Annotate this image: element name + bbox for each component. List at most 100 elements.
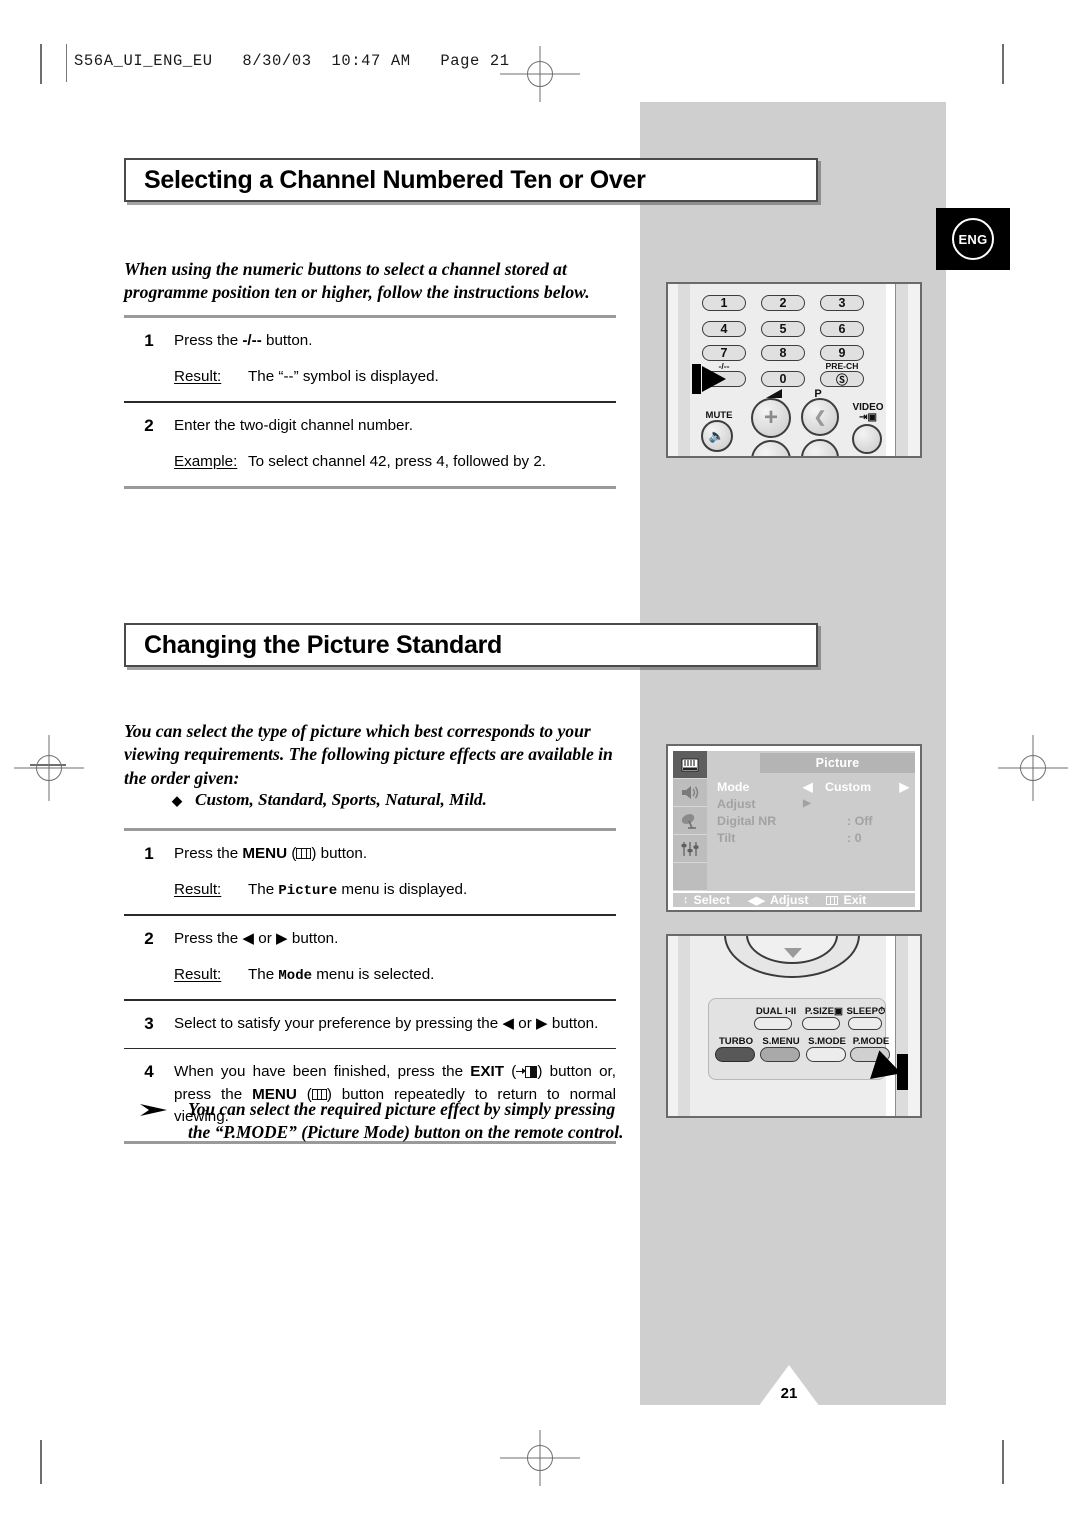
step-result: Result: The Mode menu is selected. — [174, 964, 616, 986]
remote-mute-button[interactable]: 🔈 — [701, 420, 733, 452]
steps-bottom-rule — [124, 485, 616, 489]
section-title-text: Selecting a Channel Numbered Ten or Over — [144, 165, 646, 194]
step-instruction: Press the -/-- button. — [174, 330, 616, 352]
remote-key-2[interactable]: 2 — [761, 295, 805, 311]
slug-divider — [66, 44, 67, 82]
remote-key-6[interactable]: 6 — [820, 321, 864, 337]
tip-note: You can select the required picture effe… — [140, 1098, 630, 1145]
osd-left-arrow-icon[interactable]: ◀ — [803, 779, 825, 794]
osd-row-label: Digital NR — [717, 813, 777, 828]
remote-key-7[interactable]: 7 — [702, 345, 746, 361]
remote-key-dual[interactable] — [754, 1017, 792, 1030]
osd-row-label: Mode — [717, 779, 750, 794]
remote-pre-ch-label: PRE-CH — [825, 361, 859, 371]
remote-key-1[interactable]: 1 — [702, 295, 746, 311]
example-label: Example: — [174, 452, 238, 470]
registration-mark-right — [998, 735, 1068, 801]
remote-key-pre-ch[interactable]: Ⓢ — [820, 371, 864, 387]
navigation-down-arrow-icon — [784, 948, 802, 958]
result-label: Result: — [174, 368, 222, 386]
step-result: Result: The “--” symbol is displayed. — [174, 366, 616, 388]
osd-row-value: ▶ — [803, 798, 811, 809]
osd-rail-blank — [673, 863, 707, 891]
osd-row-label: Adjust — [717, 796, 756, 811]
osd-screen: Picture Mode ◀ Custom ▶ Adjust ▶ Digital… — [673, 751, 915, 907]
menu-icon — [826, 895, 839, 905]
step-row: 2 Enter the two-digit channel number. Ex… — [124, 403, 616, 486]
page-number-text: 21 — [780, 1385, 798, 1402]
registration-mark-top — [500, 46, 580, 102]
mode-menu-term: Mode — [278, 967, 312, 984]
result-text: The Mode menu is selected. — [248, 964, 616, 986]
osd-right-arrow-icon[interactable]: ▶ — [899, 779, 909, 794]
example-text: To select channel 42, press 4, followed … — [248, 452, 547, 470]
remote-key-9[interactable]: 9 — [820, 345, 864, 361]
remote-key-smenu[interactable] — [760, 1047, 800, 1062]
remote-key-5[interactable]: 5 — [761, 321, 805, 337]
remote-right-edge — [908, 936, 920, 1116]
step-text-part1: When you have been finished, press the — [174, 1063, 471, 1081]
registration-mark-bottom — [500, 1430, 580, 1486]
trim-line-right-lower — [1002, 1440, 1004, 1484]
osd-row-adjust[interactable]: Adjust ▶ — [717, 796, 909, 811]
result-text: The Picture menu is displayed. — [248, 879, 616, 901]
osd-row-value: : 0 — [847, 830, 862, 845]
remote-key-3[interactable]: 3 — [820, 295, 864, 311]
pointer-bar — [692, 364, 701, 394]
remote-volume-up-button[interactable]: + — [751, 398, 791, 438]
step-row: 2 Press the ◀ or ▶ button. Result: The M… — [124, 916, 616, 999]
osd-row-mode[interactable]: Mode ◀ Custom ▶ — [717, 779, 909, 795]
osd-footer-select: ↕ Select — [683, 893, 730, 907]
osd-row-value: : Off — [847, 813, 873, 828]
remote-video-button[interactable] — [852, 424, 882, 454]
step-instruction: Press the MENU () button. — [174, 845, 368, 862]
osd-title: Picture — [760, 753, 915, 773]
pointer-arrow-icon — [702, 366, 726, 392]
result-text: The “--” symbol is displayed. — [248, 368, 439, 386]
remote-programme-up-button[interactable]: ❮ — [801, 398, 839, 436]
picture-menu-term: Picture — [278, 883, 338, 900]
osd-row-digital-nr[interactable]: Digital NR : Off — [717, 813, 909, 828]
osd-footer-label: Adjust — [769, 893, 809, 907]
step-number: 3 — [144, 1013, 154, 1033]
osd-rail-picture[interactable] — [673, 751, 707, 779]
osd-row-tilt[interactable]: Tilt : 0 — [717, 830, 909, 845]
result-text-before: The — [248, 881, 279, 899]
osd-row-label: Tilt — [717, 830, 736, 845]
remote-pmode-label: P.MODE — [852, 1036, 890, 1047]
result-label: Result: — [174, 881, 222, 899]
osd-row-value: Custom — [825, 779, 872, 794]
remote-key-psize[interactable] — [802, 1017, 840, 1030]
setup-icon — [681, 841, 699, 856]
chevron-up-icon: ❮ — [813, 409, 827, 426]
step-text-after: button. — [316, 845, 368, 862]
osd-rail-channel[interactable] — [673, 807, 707, 835]
psize-text: P.SIZE — [804, 1006, 835, 1017]
remote-key-smode[interactable] — [806, 1047, 846, 1062]
step-number: 4 — [144, 1062, 154, 1082]
osd-footer-exit: Exit — [826, 893, 866, 907]
remote-key-4[interactable]: 4 — [702, 321, 746, 337]
osd-rail-setup[interactable] — [673, 835, 707, 863]
remote-key-turbo[interactable] — [715, 1047, 755, 1062]
sound-icon — [682, 786, 699, 799]
menu-icon — [296, 848, 312, 859]
step-instruction: Press the ◀ or ▶ button. — [174, 929, 339, 947]
remote-key-sleep[interactable] — [848, 1017, 882, 1030]
step-row: 1 Press the -/-- button. Result: The “--… — [124, 318, 616, 401]
remote-key-0[interactable]: 0 — [761, 371, 805, 387]
section-2-intro: You can select the type of picture which… — [124, 721, 613, 788]
language-badge: ENG — [936, 208, 1010, 270]
section-2-steps: 1 Press the MENU () button. Result: The … — [124, 828, 616, 1144]
trim-line-left-lower — [40, 1440, 42, 1484]
remote-right-edge — [908, 284, 920, 456]
osd-footer-label: Exit — [843, 893, 867, 907]
remote-dual-label: DUAL I-II — [755, 1006, 797, 1017]
figure-remote-function-keys: DUAL I-II P.SIZE▣ SLEEP⏱ TURBO S.MENU S.… — [666, 934, 922, 1118]
diamond-bullet-icon: ◆ — [172, 793, 182, 808]
video-input-icon: ⇥▣ — [859, 412, 877, 423]
osd-rail-sound[interactable] — [673, 779, 707, 807]
picture-effects-bullet: ◆ Custom, Standard, Sports, Natural, Mil… — [172, 790, 487, 810]
remote-key-8[interactable]: 8 — [761, 345, 805, 361]
osd-content: Picture Mode ◀ Custom ▶ Adjust ▶ Digital… — [707, 751, 915, 891]
